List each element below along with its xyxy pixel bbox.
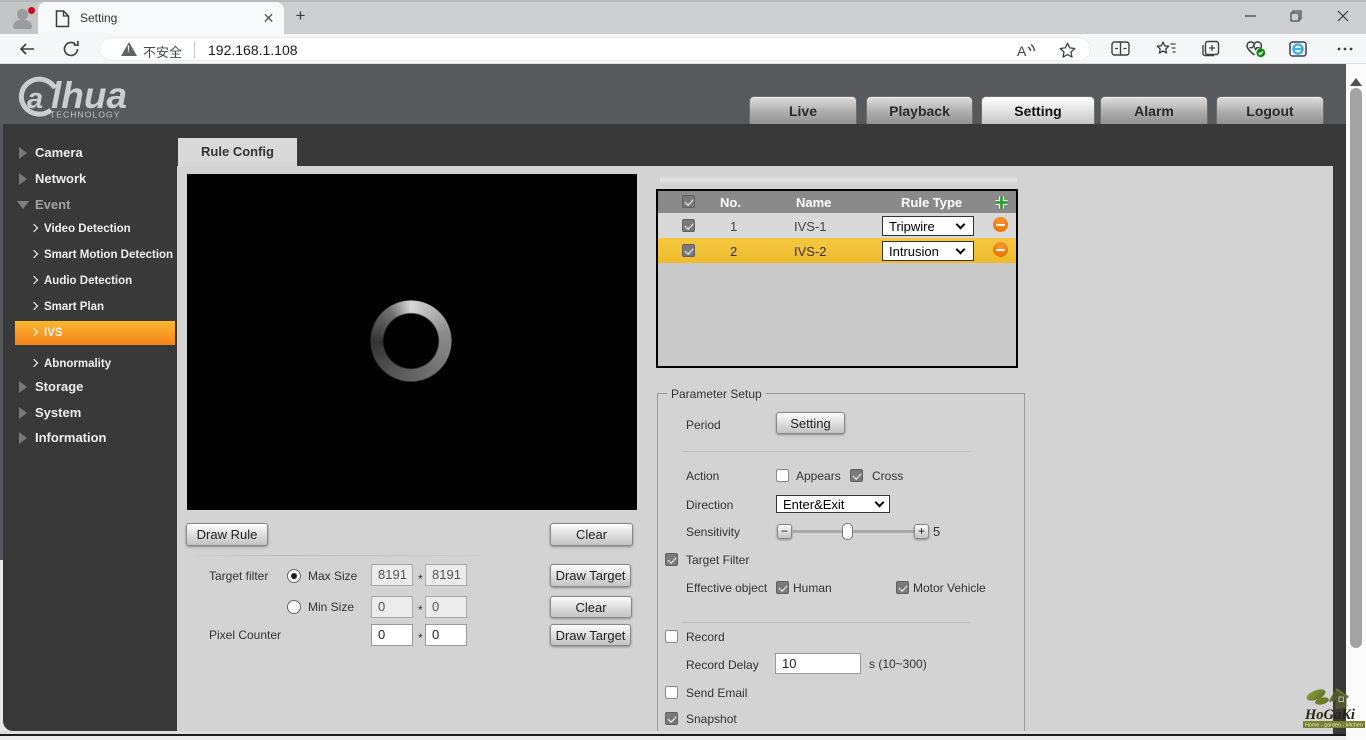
svg-text:Home - garden - kitchen: Home - garden - kitchen [1305,723,1363,729]
svg-text:TECHNOLOGY: TECHNOLOGY [50,110,121,120]
svg-text:HoGaKi: HoGaKi [1304,707,1355,723]
svg-text:a: a [27,83,43,115]
svg-text:A: A [1017,43,1027,59]
